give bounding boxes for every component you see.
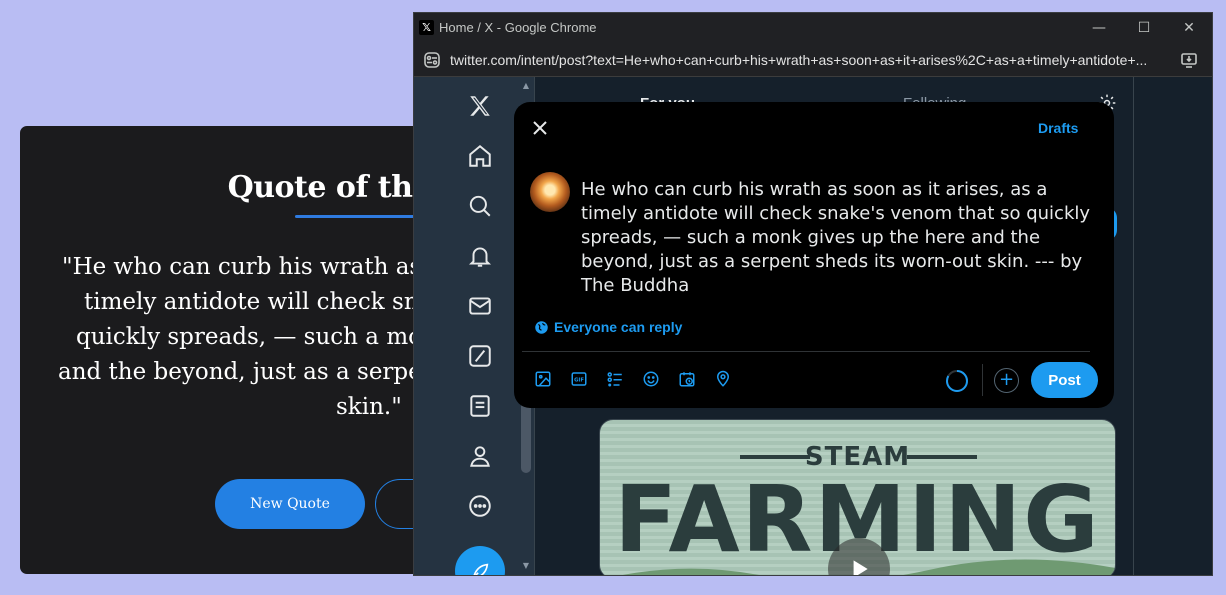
- compose-line: beyond, just as a serpent sheds its worn…: [581, 251, 1083, 272]
- svg-text:GIF: GIF: [574, 378, 584, 384]
- post-button[interactable]: Post: [1031, 362, 1098, 398]
- x-logo-icon[interactable]: [460, 86, 500, 126]
- grok-icon[interactable]: [460, 336, 500, 376]
- close-window-button[interactable]: ✕: [1174, 17, 1204, 39]
- messages-icon[interactable]: [460, 286, 500, 326]
- add-post-button[interactable]: +: [994, 368, 1019, 393]
- site-info-icon[interactable]: [423, 51, 441, 69]
- chrome-window: 𝕏 Home / X - Google Chrome — ☐ ✕ twitter…: [413, 12, 1213, 576]
- more-icon[interactable]: [460, 486, 500, 526]
- feather-icon: [473, 563, 489, 575]
- schedule-icon[interactable]: [678, 370, 696, 388]
- play-icon: [853, 560, 868, 575]
- emoji-icon[interactable]: [642, 370, 660, 388]
- url-field[interactable]: twitter.com/intent/post?text=He+who+can+…: [450, 52, 1170, 68]
- install-app-icon[interactable]: [1180, 51, 1198, 69]
- search-icon[interactable]: [460, 186, 500, 226]
- scroll-down-arrow-icon[interactable]: ▼: [520, 561, 532, 570]
- drafts-link[interactable]: Drafts: [1038, 120, 1078, 136]
- address-bar: twitter.com/intent/post?text=He+who+can+…: [414, 43, 1212, 77]
- reply-setting-button[interactable]: Everyone can reply: [534, 319, 682, 335]
- poll-icon[interactable]: [606, 370, 624, 388]
- minimize-button[interactable]: —: [1084, 17, 1114, 39]
- divider: [522, 351, 1090, 352]
- compose-line: timely antidote will check snake's venom…: [581, 203, 1091, 224]
- scroll-up-arrow-icon[interactable]: ▲: [520, 81, 532, 90]
- home-icon[interactable]: [460, 136, 500, 176]
- compose-line: He who can curb his wrath as soon as it …: [581, 179, 1048, 200]
- lists-icon[interactable]: [460, 386, 500, 426]
- compose-textarea[interactable]: He who can curb his wrath as soon as it …: [581, 178, 1101, 298]
- location-icon[interactable]: [714, 370, 732, 388]
- compose-line: spreads, — such a monk gives up the here…: [581, 227, 1041, 248]
- page-viewport: ▲ ▼ For you Following STEAM FARMING Draf…: [414, 77, 1212, 575]
- character-count-ring: [946, 370, 968, 392]
- compose-modal: Drafts He who can curb his wrath as soon…: [514, 102, 1114, 408]
- title-bar: 𝕏 Home / X - Google Chrome — ☐ ✕: [414, 13, 1212, 43]
- globe-icon: [535, 320, 548, 334]
- reply-setting-label: Everyone can reply: [554, 319, 683, 335]
- avatar[interactable]: [530, 172, 570, 212]
- toolbar-separator: [982, 364, 983, 396]
- arrow-decoration: [907, 455, 977, 459]
- close-icon[interactable]: [528, 116, 552, 140]
- profile-icon[interactable]: [460, 436, 500, 476]
- compose-toolbar: GIF: [534, 370, 732, 388]
- compose-line: The Buddha: [581, 275, 690, 296]
- image-icon[interactable]: [534, 370, 552, 388]
- title-underline: [295, 215, 425, 218]
- sidebar-nav: [460, 77, 500, 575]
- x-favicon-icon: 𝕏: [419, 20, 434, 35]
- media-card[interactable]: STEAM FARMING: [599, 419, 1116, 575]
- maximize-button[interactable]: ☐: [1129, 17, 1159, 39]
- window-title: Home / X - Google Chrome: [439, 20, 597, 35]
- new-quote-button[interactable]: New Quote: [215, 479, 365, 529]
- notifications-icon[interactable]: [460, 236, 500, 276]
- gif-icon[interactable]: GIF: [570, 370, 588, 388]
